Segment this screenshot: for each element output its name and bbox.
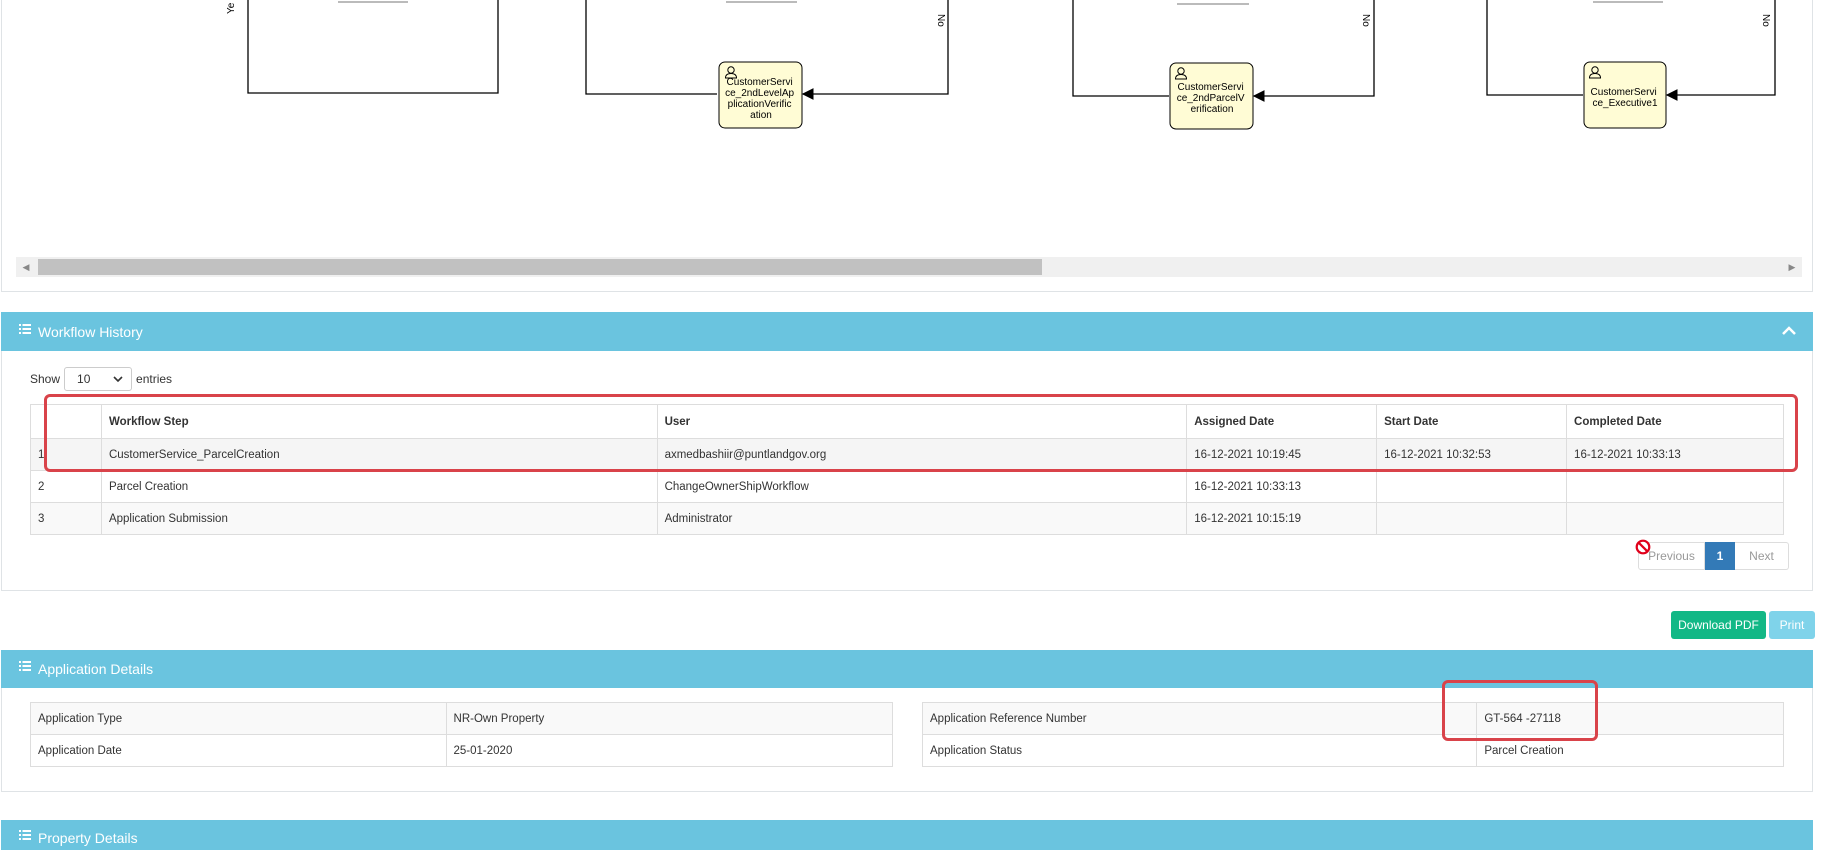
workflow-diagram-panel: Ye No CustomerServi ce_2ndLevelAp plicat… — [1, 0, 1813, 292]
detail-row: Application Status Parcel Creation — [921, 734, 1784, 767]
chevron-down-icon — [113, 376, 123, 383]
flow-segment-1: Ye — [226, 0, 499, 94]
list-icon — [19, 661, 31, 671]
print-button[interactable]: Print — [1769, 611, 1815, 639]
detail-row: Application Date 25-01-2020 — [30, 734, 894, 767]
cell-index: 2 — [30, 470, 102, 503]
cell-workflow-step: Application Submission — [100, 502, 658, 535]
page-length-select[interactable]: 10 — [64, 367, 133, 391]
scroll-left-arrow-icon[interactable]: ◀ — [16, 257, 36, 277]
detail-value: NR-Own Property — [445, 702, 894, 735]
task-label-line: ation — [750, 110, 772, 121]
task-node[interactable]: CustomerServi ce_Executive1 — [1583, 61, 1667, 129]
task-label-line: plicationVerific — [728, 99, 792, 110]
task-label-line: ce_Executive1 — [1592, 98, 1657, 109]
detail-row: Application Reference Number GT-564 -271… — [921, 702, 1784, 735]
flow-segment-3: No CustomerServi ce_2ndParcelV erificati… — [1072, 0, 1375, 130]
task-label-line: ce_2ndLevelAp — [725, 88, 794, 99]
edge-label-no-2: No — [1360, 14, 1371, 27]
task-label-line: CustomerServi — [1178, 82, 1244, 93]
cell-start-date — [1376, 502, 1568, 535]
workflow-history-header[interactable]: Workflow History — [1, 312, 1813, 351]
entries-label: entries — [136, 372, 173, 386]
flow-segment-2: No CustomerServi ce_2ndLevelAp plication… — [585, 0, 949, 129]
cell-assigned-date: 16-12-2021 10:15:19 — [1186, 502, 1378, 535]
edge-label-no-3: No — [1760, 14, 1771, 27]
edge-label-yes: Ye — [226, 2, 237, 14]
task-label-line: erification — [1191, 104, 1234, 115]
list-icon — [19, 323, 31, 334]
list-icon — [19, 830, 31, 840]
panel-title: Application Details — [38, 661, 154, 677]
svg-text:CustomerServi ce_Exe: CustomerServi ce_Executive1 — [1591, 87, 1660, 109]
cell-start-date — [1376, 470, 1568, 503]
show-label: Show — [30, 372, 61, 386]
detail-row: Application Type NR-Own Property — [30, 702, 894, 735]
detail-label: Application Date — [30, 734, 447, 767]
cell-user: ChangeOwnerShipWorkflow — [656, 470, 1188, 503]
pagination-page-1[interactable]: 1 — [1705, 542, 1735, 570]
detail-value: 25-01-2020 — [445, 734, 894, 767]
diagram-horizontal-scrollbar[interactable]: ◀ ▶ — [16, 257, 1802, 277]
task-label-line: CustomerServi — [727, 77, 793, 88]
application-details-left-table: Application Type NR-Own Property Applica… — [30, 702, 894, 767]
pagination: Previous 1 Next — [1638, 542, 1789, 570]
edge-label-no-1: No — [935, 14, 946, 27]
cell-completed-date — [1566, 502, 1784, 535]
download-pdf-button[interactable]: Download PDF — [1671, 611, 1766, 639]
pagination-next[interactable]: Next — [1735, 542, 1789, 570]
application-details-right-table: Application Reference Number GT-564 -271… — [921, 702, 1784, 767]
table-row[interactable]: 2 Parcel Creation ChangeOwnerShipWorkflo… — [30, 470, 1784, 503]
table-row[interactable]: 3 Application Submission Administrator 1… — [30, 502, 1784, 535]
panel-title: Property Details — [38, 830, 138, 846]
detail-label: Application Type — [30, 702, 447, 735]
detail-label: Application Status — [921, 734, 1478, 767]
task-node[interactable]: CustomerServi ce_2ndParcelV erification — [1169, 62, 1254, 130]
annotation-highlight-reference — [1442, 680, 1598, 741]
task-node[interactable]: CustomerServi ce_2ndLevelAp plicationVer… — [718, 61, 803, 129]
scrollbar-thumb[interactable] — [38, 259, 1042, 275]
cell-workflow-step: Parcel Creation — [100, 470, 658, 503]
property-details-header[interactable]: Property Details — [1, 820, 1813, 850]
task-label-line: ce_2ndParcelV — [1177, 93, 1245, 104]
cell-user: Administrator — [656, 502, 1188, 535]
page-length-value: 10 — [77, 372, 91, 386]
page-length-control: Show 10 entries — [30, 367, 172, 391]
scroll-right-arrow-icon[interactable]: ▶ — [1782, 257, 1802, 277]
panel-title: Workflow History — [38, 323, 143, 340]
workflow-diagram: Ye No CustomerServi ce_2ndLevelAp plicat… — [226, 0, 1776, 130]
cell-index: 3 — [30, 502, 102, 535]
chevron-up-icon[interactable] — [1781, 324, 1797, 336]
detail-label: Application Reference Number — [921, 702, 1478, 735]
cell-completed-date — [1566, 470, 1784, 503]
cell-assigned-date: 16-12-2021 10:33:13 — [1186, 470, 1378, 503]
annotation-highlight-row — [44, 394, 1798, 472]
flow-segment-4: No CustomerServi ce_Executive1 — [1486, 0, 1776, 129]
task-label-line: CustomerServi — [1591, 87, 1657, 98]
not-allowed-cursor-icon — [1635, 539, 1651, 555]
